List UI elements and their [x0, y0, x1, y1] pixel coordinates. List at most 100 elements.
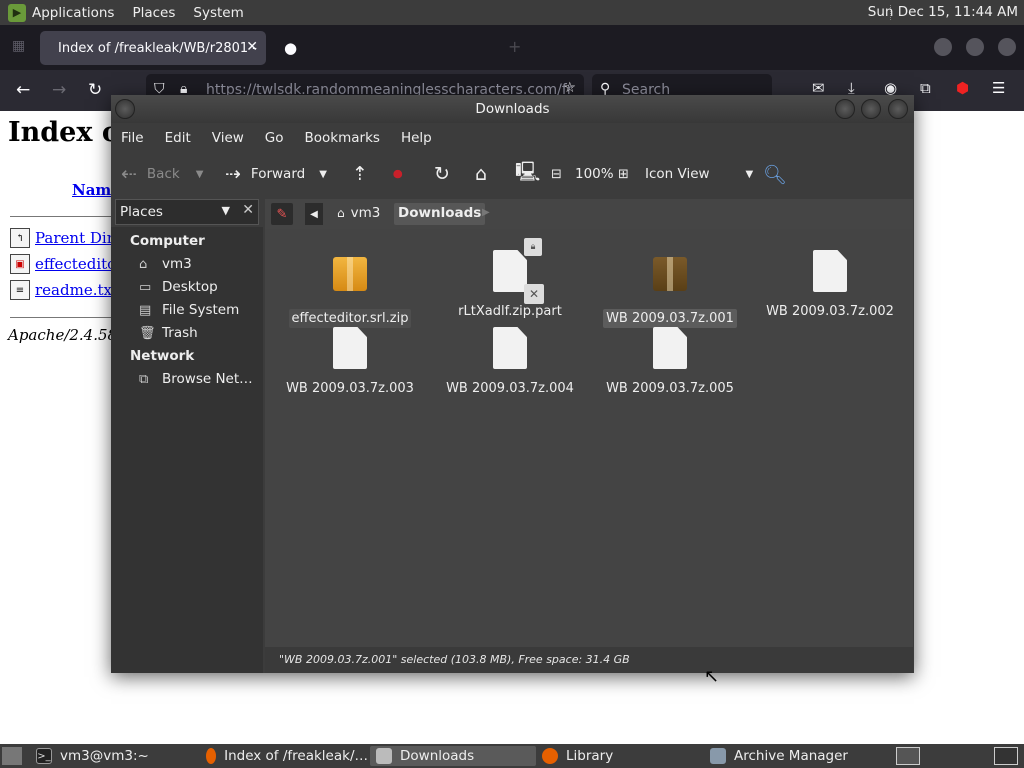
menu-places[interactable]: Places — [132, 5, 175, 21]
back-label: Back — [146, 166, 180, 182]
zoom-out-button[interactable]: ⊟ — [551, 153, 570, 195]
file-link[interactable]: readme.txt — [35, 281, 118, 299]
sidebar-selector[interactable]: Places ▼ ✕ — [115, 199, 259, 225]
close-sidebar-icon[interactable]: ✕ — [242, 202, 254, 218]
breadcrumb-vm3[interactable]: ⌂ vm3 — [333, 203, 384, 225]
network-icon: ⧉ — [139, 371, 149, 387]
sidebar-item-label: Trash — [162, 325, 198, 341]
up-button[interactable]: ⇡ — [352, 153, 378, 195]
file-name: WB 2009.03.7z.003 — [286, 381, 414, 396]
sidebar-item-desktop[interactable]: ▭ Desktop — [139, 279, 218, 295]
chevron-down-icon: ▼ — [745, 168, 754, 180]
archive-manager-icon — [710, 748, 726, 764]
minimize-button[interactable] — [835, 99, 855, 119]
sidebar-item-browse-network[interactable]: ⧉ Browse Net… — [139, 371, 253, 387]
taskbar-item-archive-manager[interactable]: Archive Manager — [704, 746, 884, 766]
toolbar: ⇠ Back ▼ ⇢ Forward ▼ ⇡ ⏺ ↻ ⌂ 🖳 ⊟ 100% ⊞ … — [111, 153, 914, 195]
breadcrumb-downloads[interactable]: Downloads — [394, 203, 486, 225]
window-title: Downloads — [475, 101, 550, 117]
back-arrow-icon[interactable]: ← — [16, 80, 30, 100]
extensions-icon[interactable]: ⧉ — [920, 79, 931, 97]
file-item-selected[interactable]: WB 2009.03.7z.001 — [590, 247, 750, 328]
sidebar-item-vm3[interactable]: ⌂ vm3 — [139, 256, 192, 272]
home-button[interactable]: ⌂ — [475, 153, 497, 195]
forward-arrow-icon[interactable]: → — [52, 80, 66, 100]
edit-location-icon[interactable]: ✎ — [271, 203, 293, 225]
file-item[interactable]: effecteditor.srl.zip — [270, 247, 430, 328]
maximize-button[interactable] — [861, 99, 881, 119]
window-titlebar[interactable]: Downloads — [111, 95, 914, 123]
workspace-switcher-2[interactable] — [994, 747, 1018, 765]
zoom-in-button[interactable]: ⊞ — [618, 153, 629, 195]
back-button[interactable]: ⇠ Back ▼ — [121, 153, 203, 195]
archive-file-icon: ▣ — [10, 254, 30, 274]
taskbar-item-library[interactable]: Library — [536, 746, 702, 766]
file-item[interactable]: WB 2009.03.7z.005 — [590, 324, 750, 398]
menu-system[interactable]: System — [193, 5, 243, 21]
ublock-icon[interactable]: ⬢ — [956, 79, 969, 97]
menu-go[interactable]: Go — [265, 130, 284, 146]
menu-applications[interactable]: Applications — [32, 5, 114, 21]
menu-file[interactable]: File — [121, 130, 144, 146]
bookmark-star-icon[interactable]: ☆ — [563, 80, 576, 96]
view-mode-select[interactable]: Icon View ▼ — [645, 153, 753, 195]
sidebar-item-trash[interactable]: 🗑︎ Trash — [139, 325, 198, 341]
file-manager-window: Downloads File Edit View Go Bookmarks He… — [111, 95, 914, 673]
file-item[interactable]: WB 2009.03.7z.002 — [750, 247, 910, 321]
archive-icon — [650, 257, 690, 305]
page-heading: Index o — [8, 117, 120, 148]
reload-button[interactable]: ↻ — [434, 153, 460, 195]
back-history-dropdown-icon[interactable]: ▼ — [196, 169, 204, 180]
document-icon — [490, 327, 530, 375]
taskbar-item-downloads[interactable]: Downloads — [370, 746, 536, 766]
home-folder-icon: ⌂ — [475, 163, 488, 185]
lock-emblem-icon: 🔒︎ — [524, 238, 542, 256]
close-button[interactable] — [888, 99, 908, 119]
stop-button[interactable]: ⏺ — [393, 153, 413, 195]
show-desktop-icon[interactable] — [2, 747, 22, 765]
file-view[interactable]: effecteditor.srl.zip 🔒︎ ✕ rLtXadlf.zip.p… — [265, 229, 913, 647]
reload-icon[interactable]: ↻ — [88, 80, 102, 100]
sidebar-item-file-system[interactable]: ▤ File System — [139, 302, 239, 318]
task-label: Archive Manager — [734, 748, 848, 764]
window-menu-button[interactable] — [115, 99, 135, 119]
search-button[interactable]: 🔍︎ — [763, 153, 797, 195]
workspace-switcher-1[interactable] — [896, 747, 920, 765]
list-item[interactable]: ▣ effecteditor. — [10, 254, 126, 274]
zoom-label: 100% — [575, 166, 614, 182]
file-item[interactable]: WB 2009.03.7z.003 — [270, 324, 430, 398]
menu-help[interactable]: Help — [401, 130, 432, 146]
applications-logo-icon[interactable]: ▶ — [8, 3, 26, 22]
clock[interactable]: Sun Dec 15, 11:44 AM — [868, 4, 1018, 20]
list-item[interactable]: ≡ readme.txt — [10, 280, 118, 300]
menu-bookmarks[interactable]: Bookmarks — [305, 130, 380, 146]
sidebar-item-label: vm3 — [162, 256, 192, 272]
forward-history-dropdown-icon[interactable]: ▼ — [319, 169, 327, 180]
menu-edit[interactable]: Edit — [165, 130, 191, 146]
forward-button[interactable]: ⇢ Forward ▼ — [225, 153, 327, 195]
browser-tab-active[interactable]: Index of /freakleak/WB/r2801 - ✕ — [40, 31, 266, 65]
path-left-arrow-icon[interactable]: ◀ — [305, 203, 323, 225]
browser-minimize-button[interactable] — [934, 38, 952, 56]
sidebar-selector-label: Places — [120, 204, 163, 220]
unreadable-emblem-icon: ✕ — [524, 284, 544, 304]
browser-tabbar: ▦ Index of /freakleak/WB/r2801 - ✕ ● + — [0, 25, 1024, 70]
hamburger-menu-icon[interactable]: ☰ — [992, 79, 1005, 97]
computer-button[interactable]: 🖳 — [515, 153, 550, 195]
breadcrumb-label: Downloads — [398, 205, 482, 221]
taskbar-item-firefox[interactable]: Index of /freakleak/… — [200, 746, 368, 766]
new-tab-icon[interactable]: + — [508, 37, 521, 56]
browser-maximize-button[interactable] — [966, 38, 984, 56]
file-item[interactable]: 🔒︎ ✕ rLtXadlf.zip.part — [430, 238, 590, 321]
browser-tab-github[interactable]: ● — [280, 31, 490, 65]
path-right-arrow-icon[interactable]: ▶ — [482, 207, 490, 218]
folder-icon — [376, 748, 392, 764]
tab-list-icon[interactable]: ▦ — [12, 38, 25, 54]
taskbar-item-terminal[interactable]: >_ vm3@vm3:~ — [30, 746, 195, 766]
tab-close-icon[interactable]: ✕ — [246, 39, 258, 55]
menu-view[interactable]: View — [212, 130, 244, 146]
browser-close-button[interactable] — [998, 38, 1016, 56]
bottom-panel: >_ vm3@vm3:~ Index of /freakleak/… Downl… — [0, 744, 1024, 768]
file-item[interactable]: WB 2009.03.7z.004 — [430, 324, 590, 398]
github-icon: ● — [284, 39, 298, 57]
